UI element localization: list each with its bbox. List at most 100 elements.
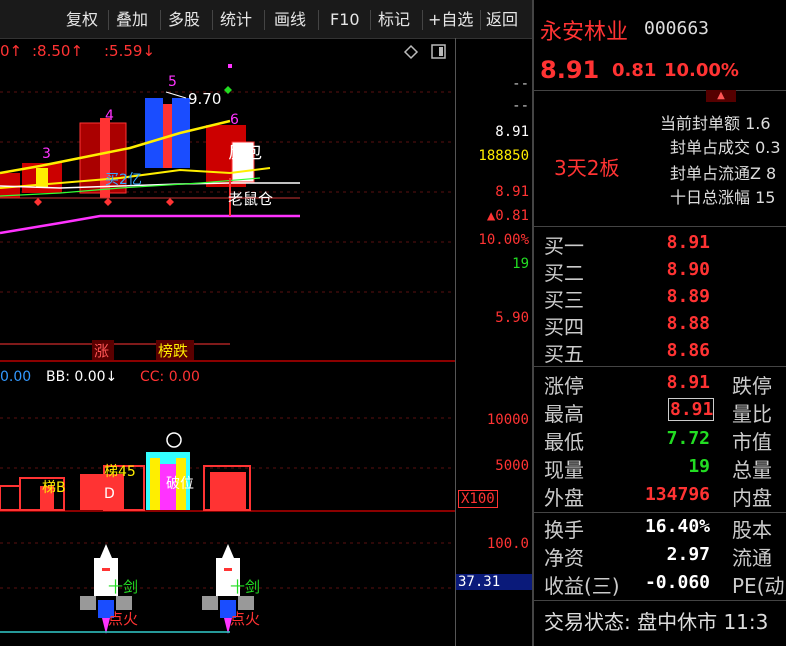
axis-rocket-1: 100.0 — [486, 536, 529, 552]
pct-change: 10.00% — [664, 60, 739, 81]
ignite-label: 点火 — [108, 610, 138, 628]
bb-value: BB: 0.00↓ — [46, 369, 117, 385]
draw-line-button[interactable]: 画线 — [274, 8, 306, 32]
d-label: D — [104, 486, 115, 502]
fund-value: 16.40% — [644, 516, 710, 537]
axis-rocket-2: 37.31 — [456, 574, 533, 590]
ma-line-magenta — [0, 214, 300, 235]
candle-number: 6 — [230, 112, 239, 128]
collapse-arrow-icon[interactable]: ▲ — [706, 90, 736, 102]
price-axis: -- -- 8.91 188850 8.91 ▲0.81 10.00% 19 5… — [455, 38, 533, 646]
buy-amount-label: 买2亿 — [105, 172, 142, 188]
fund-right-label: PE(动 — [732, 574, 785, 598]
quote-panel: 永安林业 000663 8.91 0.81 10.00% ▲ 3天2板 当前封单… — [532, 0, 786, 646]
sword-label: 十剑 — [108, 578, 138, 596]
quote-value: 7.72 — [666, 428, 710, 449]
overlay-button[interactable]: 叠加 — [116, 8, 148, 32]
axis-placeholder: -- — [512, 98, 529, 114]
quote-label: 最高 — [544, 402, 584, 426]
back-button[interactable]: 返回 — [486, 8, 518, 32]
bid-price: 8.90 — [666, 259, 710, 280]
volume-bars — [0, 452, 251, 511]
zhang-label: 涨 — [94, 342, 109, 360]
fanbao-label: 反包 — [228, 143, 262, 163]
fund-label: 收益(三) — [544, 574, 620, 598]
diamond-icon[interactable] — [403, 44, 419, 60]
toolbar-divider — [264, 10, 265, 30]
toolbar-divider — [160, 10, 161, 30]
quote-label: 现量 — [544, 458, 584, 482]
toolbar-divider — [212, 10, 213, 30]
quote-right-label: 内盘 — [732, 486, 772, 510]
current-price: 8.91 — [540, 56, 600, 84]
diamond-marker — [166, 198, 174, 206]
axis-sub-2: 5000 — [495, 458, 529, 474]
stock-name: 永安林业 — [540, 20, 629, 45]
divider — [534, 512, 786, 513]
axis-pct: 10.00% — [478, 232, 529, 248]
quote-label: 外盘 — [544, 486, 584, 510]
stat-line: 当前封单额 1.6 — [660, 114, 771, 133]
divider — [534, 600, 786, 601]
divider — [534, 366, 786, 367]
indicator-value-2: :8.50↑ — [32, 42, 83, 60]
stock-code: 000663 — [644, 18, 710, 39]
toolbar-divider — [422, 10, 423, 30]
price-change: 0.81 — [612, 60, 657, 81]
add-watchlist-button[interactable]: +自选 — [428, 8, 473, 32]
mark-button[interactable]: 标记 — [378, 8, 410, 32]
dot-marker — [228, 64, 232, 68]
bid-label: 买五 — [544, 342, 584, 366]
fund-right-label: 流通 — [732, 546, 772, 570]
board-label: 3天2板 — [554, 156, 620, 180]
window-toggle-icon[interactable] — [431, 44, 446, 59]
candle-number: 5 — [168, 74, 177, 90]
trading-status: 交易状态: 盘中休市 11:3 — [544, 610, 769, 634]
axis-volume: 188850 — [478, 148, 529, 164]
bid-label: 买三 — [544, 288, 584, 312]
circle-marker — [166, 432, 182, 448]
toolbar-divider — [318, 10, 319, 30]
axis-sub-1: 10000 — [486, 412, 529, 428]
fund-right-label: 股本 — [732, 518, 772, 542]
toolbar-divider — [370, 10, 371, 30]
ignite-label: 点火 — [230, 610, 260, 628]
multi-stock-button[interactable]: 多股 — [168, 8, 200, 32]
stats-button[interactable]: 统计 — [220, 8, 252, 32]
aa-value: 0.00 — [0, 369, 31, 385]
f10-button[interactable]: F10 — [330, 8, 360, 32]
fuquan-button[interactable]: 复权 — [66, 8, 98, 32]
toolbar-divider — [480, 10, 481, 30]
ti45-label: 梯45 — [104, 464, 136, 480]
break-label: 破位 — [166, 476, 194, 492]
kline-chart[interactable]: 0↑ :8.50↑ :5.59↓ 3 4 5 6 9.70 反包 买2亿 老鼠仓… — [0, 38, 455, 646]
bid-price: 8.91 — [666, 232, 710, 253]
stat-line: 封单占成交 0.3 — [670, 138, 781, 157]
peak-pointer — [165, 91, 187, 99]
candle-number: 4 — [105, 108, 114, 124]
stat-line: 封单占流通Z 8 — [670, 164, 777, 183]
candle-number: 3 — [42, 146, 51, 162]
diamond-marker — [34, 198, 42, 206]
quote-right-label: 跌停 — [732, 374, 772, 398]
quote-label: 最低 — [544, 430, 584, 454]
quote-value: 19 — [688, 456, 710, 477]
axis-price-2: 8.91 — [495, 184, 529, 200]
cc-value: CC: 0.00 — [140, 369, 200, 385]
indicator-value-3: :5.59↓ — [104, 42, 155, 60]
quote-label: 涨停 — [544, 374, 584, 398]
axis-multiplier: X100 — [458, 490, 498, 508]
fund-value: 2.97 — [666, 544, 710, 565]
divider — [534, 226, 786, 227]
quote-right-label: 总量 — [732, 458, 772, 482]
quote-value: 8.91 — [666, 372, 710, 393]
bid-label: 买一 — [544, 234, 584, 258]
quote-value: 8.91 — [668, 398, 714, 421]
toolbar-divider — [108, 10, 109, 30]
diamond-marker — [104, 198, 112, 206]
axis-num: 19 — [512, 256, 529, 272]
peak-price-label: 9.70 — [188, 90, 221, 108]
bangdie-label: 榜跌 — [158, 342, 188, 360]
quote-right-label: 市值 — [732, 430, 772, 454]
fund-value: -0.060 — [644, 572, 710, 593]
